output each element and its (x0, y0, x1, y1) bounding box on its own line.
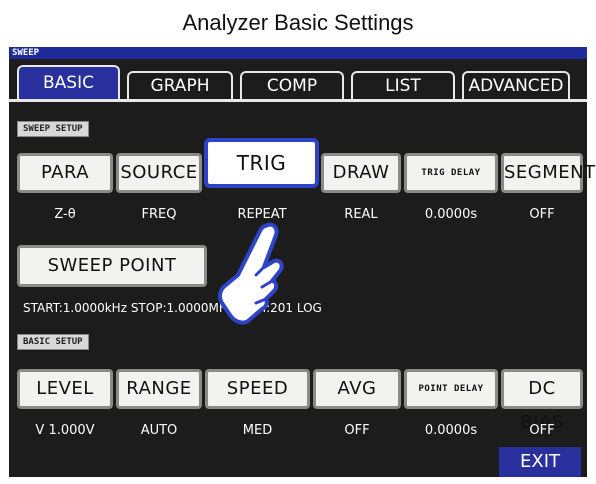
dc-bias-value: OFF (529, 423, 555, 438)
tab-basic[interactable]: BASIC (17, 65, 120, 101)
trig-delay-value: 0.0000s (424, 207, 478, 222)
range-button[interactable]: RANGE (116, 369, 202, 409)
level-button[interactable]: LEVEL (17, 369, 113, 409)
section-header-basic-setup: BASIC SETUP (17, 334, 89, 350)
page-title: Analyzer Basic Settings (182, 10, 414, 35)
trig-button[interactable]: TRIG (204, 138, 319, 188)
analyzer-screen: SWEEP BASIC GRAPH COMP LIST ADVANCED SWE… (9, 47, 595, 477)
sweep-mode-bar: SWEEP (9, 47, 587, 59)
speed-button[interactable]: SPEED (205, 369, 310, 409)
source-button[interactable]: SOURCE (116, 153, 202, 193)
source-value: FREQ (141, 207, 177, 222)
section-header-sweep-setup: SWEEP SETUP (17, 121, 89, 137)
avg-value: OFF (344, 423, 370, 438)
draw-button[interactable]: DRAW (321, 153, 401, 193)
tab-comp[interactable]: COMP (240, 71, 344, 99)
sweep-point-button[interactable]: SWEEP POINT (17, 245, 207, 287)
tab-bar: BASIC GRAPH COMP LIST ADVANCED (9, 59, 587, 101)
draw-value: REAL (344, 207, 378, 222)
tab-list[interactable]: LIST (351, 71, 455, 99)
dc-bias-button[interactable]: DC BIAS (501, 369, 583, 433)
para-button[interactable]: PARA (17, 153, 113, 193)
range-value: AUTO (140, 423, 178, 438)
segment-button[interactable]: SEGMENT (501, 153, 595, 193)
tab-divider (9, 99, 587, 102)
exit-button[interactable]: EXIT (499, 447, 581, 477)
segment-value: OFF (529, 207, 555, 222)
speed-value: MED (242, 423, 273, 438)
tab-graph[interactable]: GRAPH (127, 71, 233, 99)
para-value: Z-θ (54, 207, 76, 222)
trig-delay-button[interactable]: TRIG DELAY (404, 153, 498, 193)
avg-button[interactable]: AVG (313, 369, 401, 409)
pointing-hand-icon (217, 222, 284, 325)
point-delay-value: 0.0000s (424, 423, 478, 438)
level-value: V 1.000V (35, 423, 95, 438)
point-delay-button[interactable]: POINT DELAY (404, 369, 498, 409)
tab-advanced[interactable]: ADVANCED (462, 71, 570, 99)
